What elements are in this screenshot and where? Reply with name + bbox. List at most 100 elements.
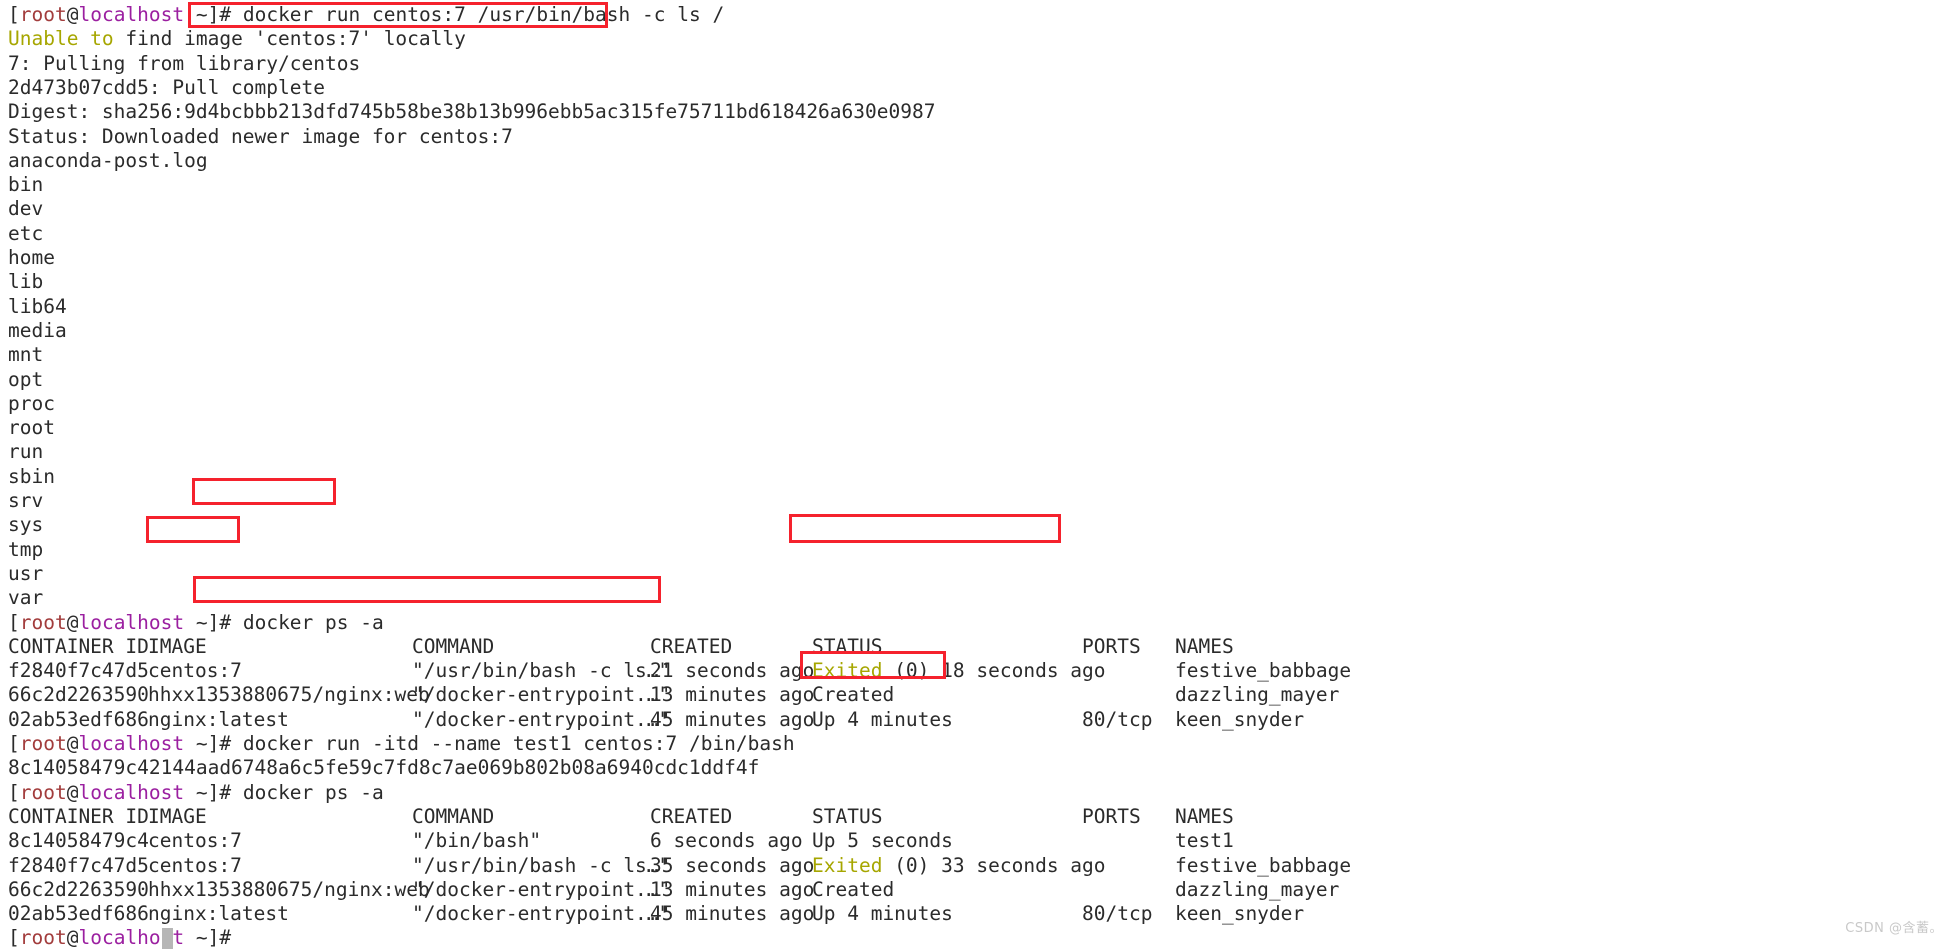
ls-entry-13-text: sbin <box>8 464 55 488</box>
highlight-image-centos7-cell <box>146 516 240 543</box>
ls-entry-12-text: run <box>8 440 44 464</box>
ls-entry-1-text: bin <box>8 173 44 197</box>
command-line: [root@localhost ~]# docker ps -a <box>8 781 384 805</box>
prompt-tail: ~]# <box>184 926 243 950</box>
prompt-bracket-open: [ <box>8 3 20 26</box>
output-pulling-from-library: 7: Pulling from library/centos <box>8 52 360 76</box>
ls-entry-14-text: srv <box>8 489 44 512</box>
cell-image: hhxx1353880675/nginx:web <box>148 877 430 901</box>
ls-entry-9-text: opt <box>8 367 44 391</box>
cell-names: keen_snyder <box>1175 707 1305 731</box>
output-new-container-id: 8c14058479c42144aad6748a6c5fe59c7fd8c7ae… <box>8 756 759 780</box>
cell-command: "/bin/bash" <box>412 829 542 853</box>
cell-image: nginx:latest <box>148 707 289 731</box>
ls-entry-18: var <box>8 586 43 610</box>
prompt-tail: ~]# <box>184 3 243 26</box>
ls-entry-2: dev <box>8 197 43 221</box>
unable-to-prefix: Unable to <box>8 27 114 51</box>
ls-entry-12: run <box>8 440 43 464</box>
ls-entry-17-text: usr <box>8 561 44 585</box>
ls-entry-15: sys <box>8 513 43 537</box>
prompt-hostname: localhost <box>78 780 185 804</box>
prompt-hostname: localhost <box>78 732 185 755</box>
prompt-at: @ <box>66 610 79 634</box>
ls-entry-2-text: dev <box>8 197 44 221</box>
cell-created: 13 minutes ago <box>650 683 815 707</box>
cell-status: Up 4 minutes <box>812 707 953 731</box>
cell-names: test1 <box>1175 829 1234 853</box>
ls-entry-7: media <box>8 319 67 343</box>
cell-names: dazzling_mayer <box>1175 683 1340 707</box>
ls-entry-5-text: lib <box>8 270 44 294</box>
cell-container-id: CONTAINER ID <box>8 804 149 828</box>
final-prompt-line: [root@localhost ~]# <box>8 926 243 950</box>
cell-status: Up 5 seconds <box>812 829 953 853</box>
cell-image: centos:7 <box>148 853 242 877</box>
cell-names: NAMES <box>1175 634 1234 658</box>
cell-ports: 80/tcp <box>1082 707 1153 731</box>
output-layer-pull-complete: 2d473b07cdd5: Pull complete <box>8 76 325 100</box>
ls-entry-0-text: anaconda-post.log <box>8 148 208 172</box>
output-pulling-from-library-text: 7: Pulling from library/centos <box>8 51 361 75</box>
cell-status: Exited (0) 18 seconds ago <box>812 659 1106 683</box>
cell-image: nginx:latest <box>148 902 289 926</box>
ls-entry-15-text: sys <box>8 513 44 537</box>
terminal-window[interactable]: [root@localhost ~]# docker run centos:7 … <box>0 0 1957 950</box>
command-line: [root@localhost ~]# docker run -itd --na… <box>8 732 795 756</box>
cell-status: STATUS <box>812 804 883 828</box>
cell-container-id: 66c2d2263590 <box>8 683 149 707</box>
ls-entry-14: srv <box>8 489 43 513</box>
ls-entry-11: root <box>8 416 55 440</box>
cell-command: "/docker-entrypoint.…" <box>412 902 671 926</box>
command-docker-run-centos-ls[interactable]: docker run centos:7 /usr/bin/bash -c ls … <box>243 3 724 26</box>
ls-entry-8-text: mnt <box>8 343 44 367</box>
ls-entry-16-text: tmp <box>8 537 44 561</box>
ls-entry-4: home <box>8 246 55 270</box>
highlight-ps-a-command-1 <box>192 478 336 505</box>
cell-container-id: 8c14058479c4 <box>8 829 149 853</box>
prompt-at: @ <box>66 780 79 804</box>
ls-entry-13: sbin <box>8 465 55 489</box>
command-docker-ps-a-2[interactable]: docker ps -a <box>243 781 384 804</box>
cell-status: Created <box>812 877 895 901</box>
status-rest: (0) 18 seconds ago <box>882 659 1106 683</box>
cell-container-id: 66c2d2263590 <box>8 877 149 901</box>
output-status-downloaded: Status: Downloaded newer image for cento… <box>8 125 513 149</box>
command-line: [root@localhost ~]# docker ps -a <box>8 611 384 635</box>
cell-image: centos:7 <box>148 659 242 683</box>
ls-entry-10: proc <box>8 392 55 416</box>
cell-status: Created <box>812 683 895 707</box>
cell-command: COMMAND <box>412 804 495 828</box>
cell-created: 45 minutes ago <box>650 707 815 731</box>
cell-container-id: 02ab53edf686 <box>8 707 149 731</box>
cell-names: dazzling_mayer <box>1175 877 1340 901</box>
output-layer-pull-complete-text: 2d473b07cdd5: Pull complete <box>8 75 325 99</box>
cell-command: "/docker-entrypoint.…" <box>412 683 671 707</box>
cell-container-id: f2840f7c47d5 <box>8 659 149 683</box>
status-accent: Exited <box>812 659 883 683</box>
prompt-tail: ~]# <box>184 610 243 634</box>
prompt-bracket-open: [ <box>8 732 20 755</box>
highlight-run-itd-command <box>193 576 661 603</box>
prompt-at: @ <box>66 732 79 755</box>
prompt-at: @ <box>66 926 79 950</box>
cell-created: 13 minutes ago <box>650 877 815 901</box>
cell-created: 21 seconds ago <box>650 659 815 683</box>
command-docker-run-itd-test1[interactable]: docker run -itd --name test1 centos:7 /b… <box>243 732 795 755</box>
cell-status: STATUS <box>812 634 883 658</box>
prompt-hostname: localhost <box>78 610 185 634</box>
cell-container-id: f2840f7c47d5 <box>8 853 149 877</box>
cell-command: COMMAND <box>412 634 495 658</box>
command-docker-ps-a-1[interactable]: docker ps -a <box>243 611 384 634</box>
cell-ports: 80/tcp <box>1082 902 1153 926</box>
csdn-watermark: CSDN @含蓄。 <box>1845 920 1943 936</box>
prompt-user: root <box>19 780 67 804</box>
ls-entry-5: lib <box>8 270 43 294</box>
output-unable-to-find-image: Unable to find image 'centos:7' locally <box>8 27 466 51</box>
cell-image: centos:7 <box>148 829 242 853</box>
cell-command: "/usr/bin/bash -c ls…" <box>412 659 671 683</box>
terminal-cursor[interactable] <box>162 928 174 950</box>
prompt-user: root <box>19 732 67 755</box>
cell-created: CREATED <box>650 634 733 658</box>
prompt-tail: ~]# <box>184 732 243 755</box>
